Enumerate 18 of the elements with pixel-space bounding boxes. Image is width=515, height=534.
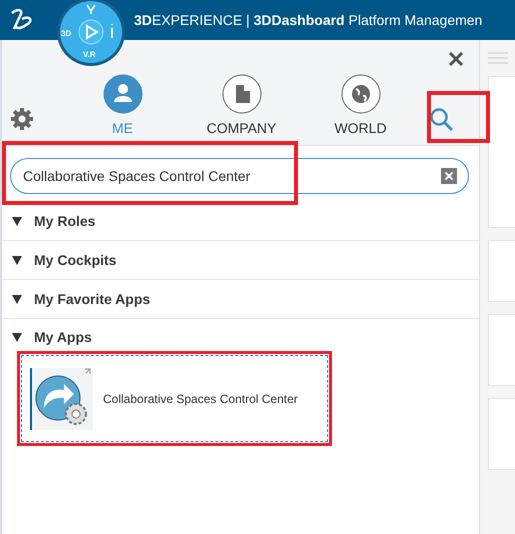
settings-icon[interactable] xyxy=(10,107,34,131)
app-title: 3DEXPERIENCE | 3DDashboard Platform Managemen xyxy=(134,12,482,28)
section-header[interactable]: My Cockpits xyxy=(2,241,479,279)
tab[interactable]: COMPANY xyxy=(184,70,299,136)
search-field[interactable]: Collaborative Spaces Control Center xyxy=(10,158,469,194)
clear-button[interactable] xyxy=(441,168,457,184)
building-icon xyxy=(222,74,262,114)
section-header[interactable]: My Roles xyxy=(2,202,479,240)
search-icon xyxy=(428,106,456,134)
tab[interactable]: WORLD xyxy=(303,70,418,136)
clear-icon xyxy=(444,171,454,181)
section-header[interactable]: My Apps xyxy=(2,319,479,349)
app-tile[interactable]: Collaborative Spaces Control Center xyxy=(17,351,332,446)
section-header[interactable]: My Favorite Apps xyxy=(2,280,479,318)
app-icon xyxy=(30,368,93,430)
person-icon xyxy=(102,74,142,114)
globe-icon xyxy=(340,74,380,114)
search-button[interactable] xyxy=(428,106,456,134)
